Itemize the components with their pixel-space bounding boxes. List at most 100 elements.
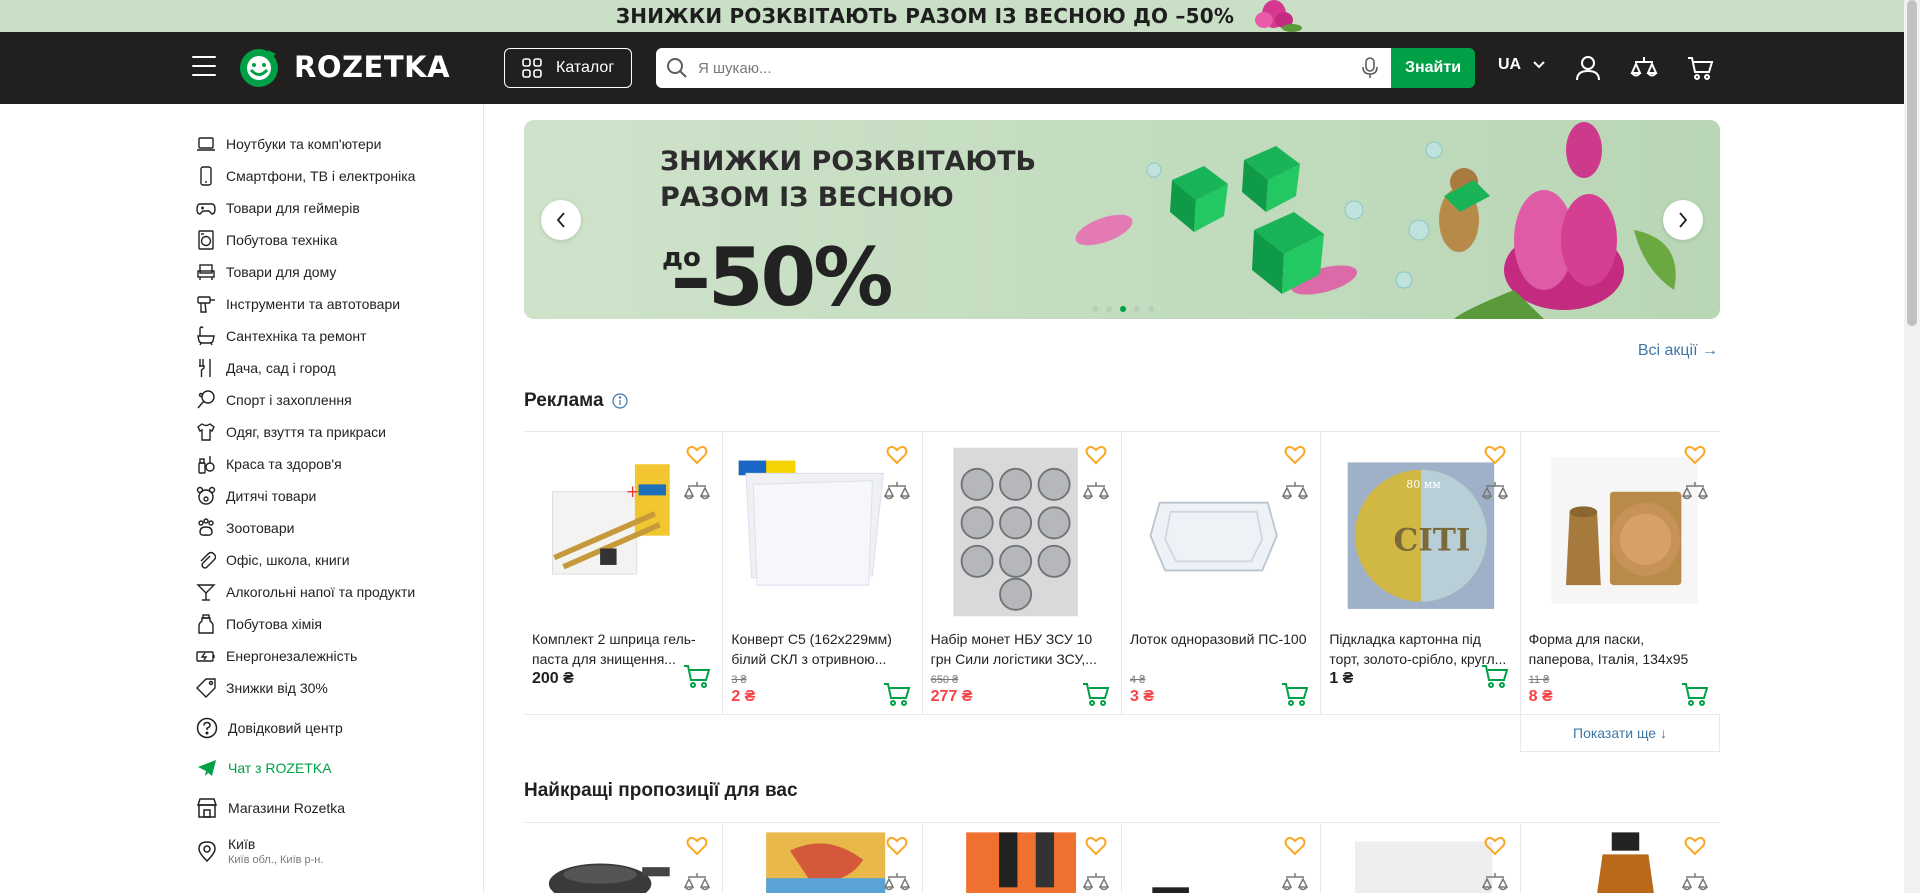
compare-scales-icon[interactable] xyxy=(1082,871,1109,893)
sidebar-category-item[interactable]: Ноутбуки та комп'ютери xyxy=(196,128,476,160)
product-tile[interactable]: Конверт С5 (162х229мм) білий СКЛ з отрив… xyxy=(723,432,923,714)
all-promos-link[interactable]: Всі акції → xyxy=(1638,342,1718,360)
heart-icon[interactable] xyxy=(1284,835,1306,857)
city-selector[interactable]: Київ Київ обл., Київ р-н. xyxy=(196,836,476,866)
product-image[interactable] xyxy=(1533,829,1707,893)
stores-link[interactable]: Магазини Rozetka xyxy=(196,796,476,820)
search-input[interactable] xyxy=(698,49,1355,87)
sidebar-category-item[interactable]: Одяг, взуття та прикраси xyxy=(196,416,476,448)
sidebar-category-item[interactable]: Дача, сад і город xyxy=(196,352,476,384)
compare-scales-icon[interactable] xyxy=(684,480,711,504)
sidebar-category-item[interactable]: Сантехніка та ремонт xyxy=(196,320,476,352)
product-tile[interactable]: Лоток одноразовий ПС-100 4 ₴ 3 ₴ xyxy=(1122,432,1322,714)
heart-icon[interactable] xyxy=(1085,835,1107,857)
compare-scales-icon[interactable] xyxy=(1082,480,1109,504)
heart-icon[interactable] xyxy=(1484,444,1506,466)
product-image[interactable] xyxy=(1533,440,1707,624)
banner-next-button[interactable] xyxy=(1663,200,1703,240)
compare-scales-icon[interactable] xyxy=(1630,54,1658,82)
product-image[interactable] xyxy=(1134,440,1308,624)
product-tile[interactable]: CITI 80 мм Підкладка картонна під торт, зо… xyxy=(1321,432,1521,714)
heart-icon[interactable] xyxy=(886,444,908,466)
banner-dot[interactable] xyxy=(1092,306,1098,312)
page-scrollbar[interactable] xyxy=(1904,0,1920,893)
product-tile[interactable]: Форма для паски, паперова, Італія, 134х9… xyxy=(1521,432,1720,714)
product-image[interactable] xyxy=(735,440,909,624)
product-title[interactable]: Конверт С5 (162х229мм) білий СКЛ з отрив… xyxy=(731,629,913,669)
compare-scales-icon[interactable] xyxy=(684,871,711,893)
scrollbar-thumb[interactable] xyxy=(1907,0,1917,326)
show-more-button[interactable]: Показати ще ↓ xyxy=(1520,715,1720,752)
product-title[interactable]: Лоток одноразовий ПС-100 xyxy=(1130,629,1312,669)
sidebar-category-item[interactable]: Смартфони, ТВ і електроніка xyxy=(196,160,476,192)
banner-dot[interactable] xyxy=(1106,306,1112,312)
compare-scales-icon[interactable] xyxy=(883,871,910,893)
banner-dot[interactable] xyxy=(1134,306,1140,312)
sidebar-category-item[interactable]: Енергонезалежність xyxy=(196,640,476,672)
sidebar-category-item[interactable]: Знижки від 30% xyxy=(196,672,476,704)
add-to-cart-icon[interactable] xyxy=(682,662,712,690)
heart-icon[interactable] xyxy=(686,444,708,466)
sidebar-category-item[interactable]: Товари для дому xyxy=(196,256,476,288)
product-image[interactable]: + xyxy=(536,440,710,624)
microphone-icon[interactable] xyxy=(1355,53,1385,83)
product-tile[interactable] xyxy=(1521,823,1720,893)
product-tile[interactable]: + Комплект 2 шприца гель-паста для знищен… xyxy=(524,432,724,714)
catalog-button[interactable]: Каталог xyxy=(504,48,632,88)
menu-burger-icon[interactable] xyxy=(192,56,216,78)
rozetka-logo[interactable]: ROZETKA xyxy=(238,46,450,88)
cart-icon[interactable] xyxy=(1686,54,1714,82)
product-tile[interactable] xyxy=(524,823,724,893)
compare-scales-icon[interactable] xyxy=(1282,871,1309,893)
product-title[interactable]: Форма для паски, паперова, Італія, 134х9… xyxy=(1529,629,1711,669)
sidebar-category-item[interactable]: Спорт і захоплення xyxy=(196,384,476,416)
banner-prev-button[interactable] xyxy=(541,200,581,240)
hero-banner[interactable]: ЗНИЖКИ РОЗКВІТАЮТЬ РАЗОМ ІЗ ВЕСНОЮ до–50… xyxy=(524,120,1720,319)
banner-dot[interactable] xyxy=(1148,306,1154,312)
product-tile[interactable] xyxy=(1122,823,1322,893)
product-title[interactable]: Набір монет НБУ ЗСУ 10 грн Сили логістик… xyxy=(931,629,1113,669)
product-tile[interactable]: Набір монет НБУ ЗСУ 10 грн Сили логістик… xyxy=(923,432,1122,714)
heart-icon[interactable] xyxy=(686,835,708,857)
user-icon[interactable] xyxy=(1574,54,1602,82)
sidebar-category-item[interactable]: Товари для геймерів xyxy=(196,192,476,224)
top-promo-banner[interactable]: ЗНИЖКИ РОЗКВІТАЮТЬ РАЗОМ ІЗ ВЕСНОЮ ДО –5… xyxy=(0,0,1920,32)
sidebar-category-item[interactable]: Офіс, школа, книги xyxy=(196,544,476,576)
chevron-right-icon xyxy=(1679,212,1688,228)
heart-icon[interactable] xyxy=(1684,444,1706,466)
product-tile[interactable] xyxy=(723,823,923,893)
add-to-cart-icon[interactable] xyxy=(1480,662,1510,690)
search-button[interactable]: Знайти xyxy=(1391,48,1475,88)
product-tile[interactable] xyxy=(923,823,1122,893)
compare-scales-icon[interactable] xyxy=(1681,871,1708,893)
heart-icon[interactable] xyxy=(886,835,908,857)
sidebar-category-item[interactable]: Зоотовари xyxy=(196,512,476,544)
help-center-link[interactable]: Довідковий центр xyxy=(196,716,476,740)
compare-scales-icon[interactable] xyxy=(1481,480,1508,504)
sidebar-category-item[interactable]: Алкогольні напої та продукти xyxy=(196,576,476,608)
product-tile[interactable] xyxy=(1321,823,1521,893)
sidebar-category-item[interactable]: Побутова техніка xyxy=(196,224,476,256)
add-to-cart-icon[interactable] xyxy=(882,680,912,708)
banner-dot[interactable] xyxy=(1120,306,1126,312)
add-to-cart-icon[interactable] xyxy=(1280,680,1310,708)
compare-scales-icon[interactable] xyxy=(1681,480,1708,504)
add-to-cart-icon[interactable] xyxy=(1680,680,1710,708)
add-to-cart-icon[interactable] xyxy=(1081,680,1111,708)
info-icon[interactable] xyxy=(611,393,628,409)
sidebar-category-item[interactable]: Інструменти та автотовари xyxy=(196,288,476,320)
heart-icon[interactable] xyxy=(1085,444,1107,466)
compare-scales-icon[interactable] xyxy=(1282,480,1309,504)
product-image[interactable] xyxy=(935,440,1109,624)
heart-icon[interactable] xyxy=(1284,444,1306,466)
chat-rozetka-link[interactable]: Чат з ROZETKA xyxy=(196,756,476,780)
heart-icon[interactable] xyxy=(1484,835,1506,857)
sidebar-category-item[interactable]: Дитячі товари xyxy=(196,480,476,512)
sidebar-category-item[interactable]: Побутова хімія xyxy=(196,608,476,640)
compare-scales-icon[interactable] xyxy=(883,480,910,504)
heart-icon[interactable] xyxy=(1684,835,1706,857)
language-selector[interactable]: UA xyxy=(1498,56,1545,74)
sidebar-category-item[interactable]: Краса та здоров'я xyxy=(196,448,476,480)
compare-scales-icon[interactable] xyxy=(1481,871,1508,893)
product-image[interactable]: CITI 80 мм xyxy=(1333,440,1507,624)
